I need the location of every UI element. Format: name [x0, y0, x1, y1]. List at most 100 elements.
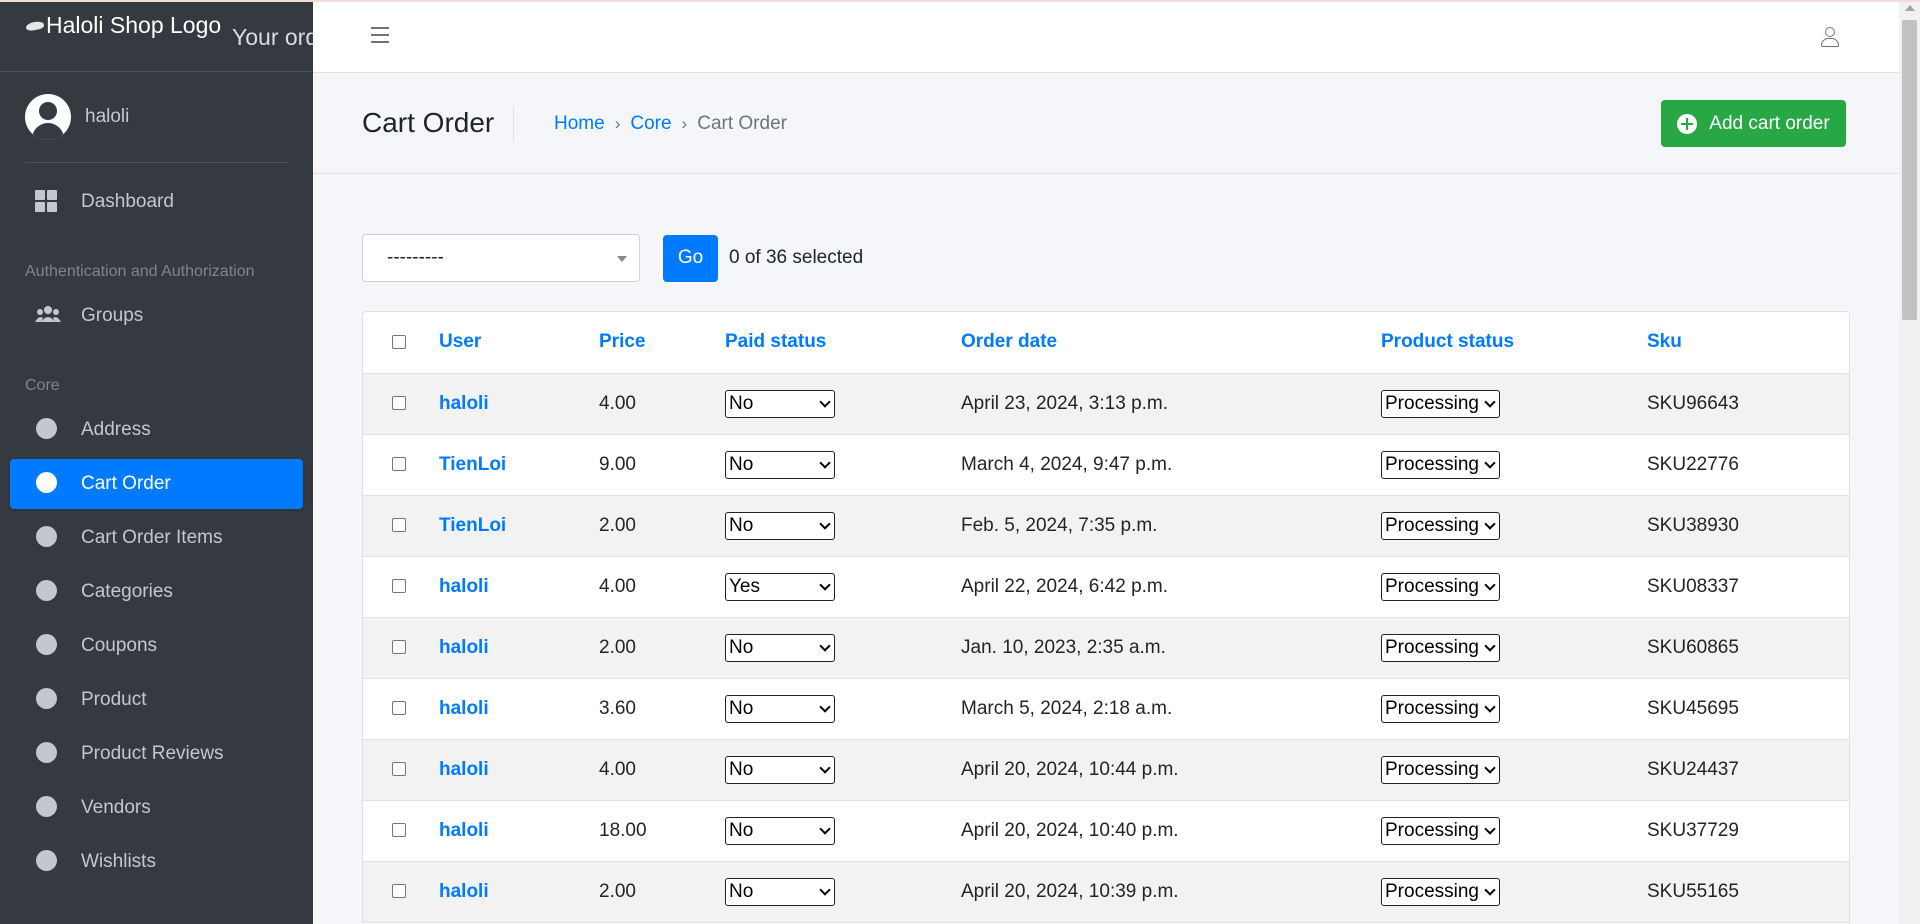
- row-checkbox[interactable]: [392, 701, 406, 716]
- action-select[interactable]: ---------: [362, 234, 640, 282]
- sidebar-item-label: Groups: [81, 305, 144, 326]
- paid-status-select[interactable]: No: [725, 450, 835, 479]
- product-status-select[interactable]: Processing: [1381, 755, 1500, 784]
- product-status-select[interactable]: Processing: [1381, 816, 1500, 845]
- paid-status-value: No: [729, 758, 754, 780]
- row-checkbox[interactable]: [392, 457, 406, 472]
- table-row: TienLoi 2.00 No Feb. 5, 2024, 7:35 p.m. Proc…: [363, 495, 1849, 557]
- row-user-link[interactable]: haloli: [439, 393, 489, 414]
- sidebar-item-cart-order[interactable]: Cart Order: [10, 459, 303, 509]
- sidebar-item-categories[interactable]: Categories: [10, 567, 303, 617]
- page-scrollbar[interactable]: [1899, 0, 1920, 924]
- paid-status-select[interactable]: Yes: [725, 572, 835, 601]
- chevron-down-icon: [819, 700, 831, 713]
- circle-icon: [36, 796, 57, 817]
- product-status-select[interactable]: Processing: [1381, 389, 1500, 418]
- paid-status-select[interactable]: No: [725, 389, 835, 418]
- product-status-select[interactable]: Processing: [1381, 694, 1500, 723]
- user-account-icon[interactable]: [1820, 26, 1840, 48]
- breadcrumb-home[interactable]: Home: [554, 113, 605, 135]
- column-header-price[interactable]: Price: [599, 312, 725, 374]
- column-header-sku[interactable]: Sku: [1647, 312, 1849, 374]
- product-status-value: Processing: [1385, 758, 1479, 780]
- circle-icon: [36, 418, 57, 439]
- sidebar-item-label: Wishlists: [81, 851, 156, 872]
- sidebar-item-product[interactable]: Product: [10, 675, 303, 725]
- product-status-select[interactable]: Processing: [1381, 511, 1500, 540]
- paid-status-value: No: [729, 636, 754, 658]
- sidebar-item-vendors[interactable]: Vendors: [10, 783, 303, 833]
- users-icon: [35, 304, 61, 328]
- sidebar-item-address[interactable]: Address: [10, 405, 303, 455]
- chevron-down-icon: [1484, 822, 1496, 835]
- sidebar: Haloli Shop Logo Your ord haloli Dashboa…: [0, 0, 313, 924]
- sidebar-item-product-reviews[interactable]: Product Reviews: [10, 729, 303, 779]
- brand[interactable]: Haloli Shop Logo Your ord: [0, 0, 313, 72]
- sidebar-item-wishlists[interactable]: Wishlists: [10, 837, 303, 887]
- paid-status-select[interactable]: No: [725, 511, 835, 540]
- row-user-link[interactable]: haloli: [439, 820, 489, 841]
- row-checkbox[interactable]: [392, 884, 406, 899]
- circle-icon: [36, 526, 57, 547]
- row-order-date: March 5, 2024, 2:18 a.m.: [961, 678, 1381, 740]
- go-button[interactable]: Go: [663, 234, 718, 282]
- row-checkbox[interactable]: [392, 762, 406, 777]
- row-user-link[interactable]: TienLoi: [439, 454, 506, 475]
- row-order-date: April 20, 2024, 10:44 p.m.: [961, 739, 1381, 801]
- sidebar-item-dashboard[interactable]: Dashboard: [10, 177, 303, 227]
- product-status-select[interactable]: Processing: [1381, 450, 1500, 479]
- chevron-down-icon: [1484, 578, 1496, 591]
- brand-logo[interactable]: Haloli Shop Logo: [25, 12, 221, 39]
- scroll-up-arrow-icon[interactable]: [1905, 5, 1915, 11]
- paid-status-select[interactable]: No: [725, 633, 835, 662]
- row-user-link[interactable]: haloli: [439, 698, 489, 719]
- paid-status-select[interactable]: No: [725, 877, 835, 906]
- column-header-product-status[interactable]: Product status: [1381, 312, 1647, 374]
- paid-status-select[interactable]: No: [725, 816, 835, 845]
- row-price: 2.00: [599, 495, 725, 557]
- column-header-user[interactable]: User: [439, 312, 599, 374]
- paid-status-value: Yes: [729, 575, 760, 597]
- product-status-select[interactable]: Processing: [1381, 633, 1500, 662]
- product-status-select[interactable]: Processing: [1381, 877, 1500, 906]
- row-user-link[interactable]: haloli: [439, 881, 489, 902]
- row-user-link[interactable]: haloli: [439, 576, 489, 597]
- sidebar-item-cart-order-items[interactable]: Cart Order Items: [10, 513, 303, 563]
- paid-status-select[interactable]: No: [725, 755, 835, 784]
- add-cart-order-button[interactable]: Add cart order: [1661, 100, 1846, 147]
- row-checkbox[interactable]: [392, 823, 406, 838]
- column-header-order-date[interactable]: Order date: [961, 312, 1381, 374]
- sidebar-item-coupons[interactable]: Coupons: [10, 621, 303, 671]
- sidebar-item-groups[interactable]: Groups: [10, 291, 303, 341]
- dropdown-caret-icon: [617, 256, 627, 262]
- hamburger-menu-icon[interactable]: [371, 27, 389, 43]
- circle-icon: [36, 850, 57, 871]
- paid-status-select[interactable]: No: [725, 694, 835, 723]
- row-order-date: Feb. 5, 2024, 7:35 p.m.: [961, 495, 1381, 557]
- column-header-paid-status[interactable]: Paid status: [725, 312, 961, 374]
- row-order-date: April 23, 2024, 3:13 p.m.: [961, 373, 1381, 435]
- row-checkbox[interactable]: [392, 518, 406, 533]
- scroll-thumb[interactable]: [1902, 20, 1917, 320]
- row-sku: SKU60865: [1647, 617, 1849, 679]
- row-user-link[interactable]: haloli: [439, 637, 489, 658]
- chevron-down-icon: [1484, 700, 1496, 713]
- row-checkbox[interactable]: [392, 579, 406, 594]
- product-status-value: Processing: [1385, 575, 1479, 597]
- chevron-down-icon: [819, 517, 831, 530]
- chevron-down-icon: [819, 578, 831, 591]
- row-checkbox[interactable]: [392, 396, 406, 411]
- row-sku: SKU22776: [1647, 434, 1849, 496]
- row-checkbox[interactable]: [392, 640, 406, 655]
- table-row: haloli 2.00 No Jan. 10, 2023, 2:35 a.m. Proc…: [363, 617, 1849, 679]
- username[interactable]: haloli: [85, 106, 129, 128]
- select-all-checkbox[interactable]: [392, 335, 406, 350]
- breadcrumb-core[interactable]: Core: [630, 113, 671, 135]
- paid-status-value: No: [729, 514, 754, 536]
- product-status-select[interactable]: Processing: [1381, 572, 1500, 601]
- row-user-link[interactable]: haloli: [439, 759, 489, 780]
- circle-icon: [36, 742, 57, 763]
- row-user-link[interactable]: TienLoi: [439, 515, 506, 536]
- row-sku: SKU37729: [1647, 800, 1849, 862]
- results-card: User Price Paid status Order date Produc…: [362, 311, 1850, 924]
